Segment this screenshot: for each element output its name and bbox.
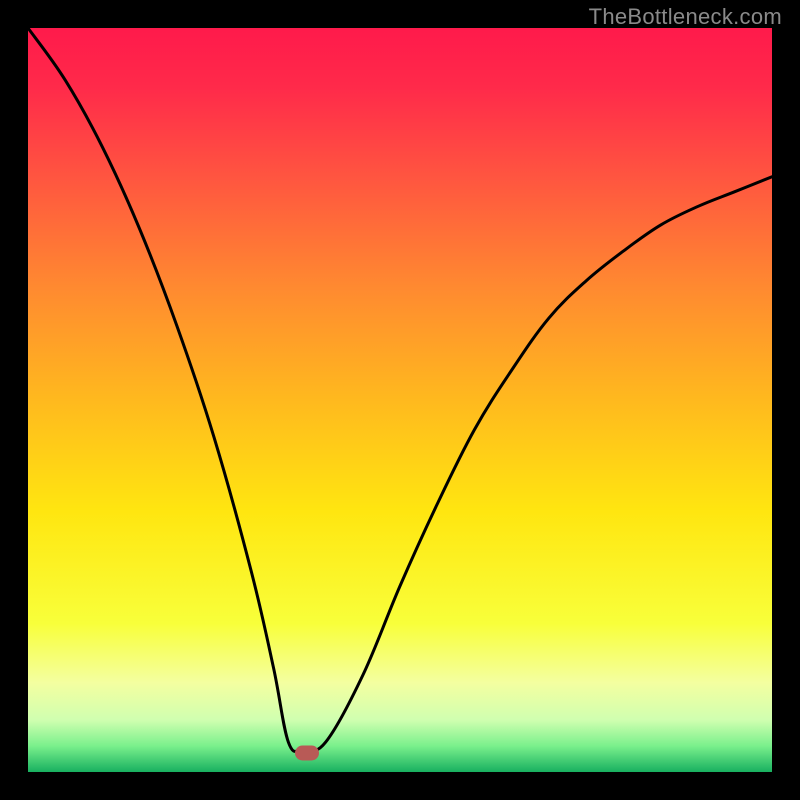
watermark-text: TheBottleneck.com: [589, 4, 782, 30]
chart-frame: TheBottleneck.com: [0, 0, 800, 800]
gradient-background: [28, 28, 772, 772]
plot-svg: [28, 28, 772, 772]
optimal-marker: [295, 746, 319, 761]
plot-area: [28, 28, 772, 772]
